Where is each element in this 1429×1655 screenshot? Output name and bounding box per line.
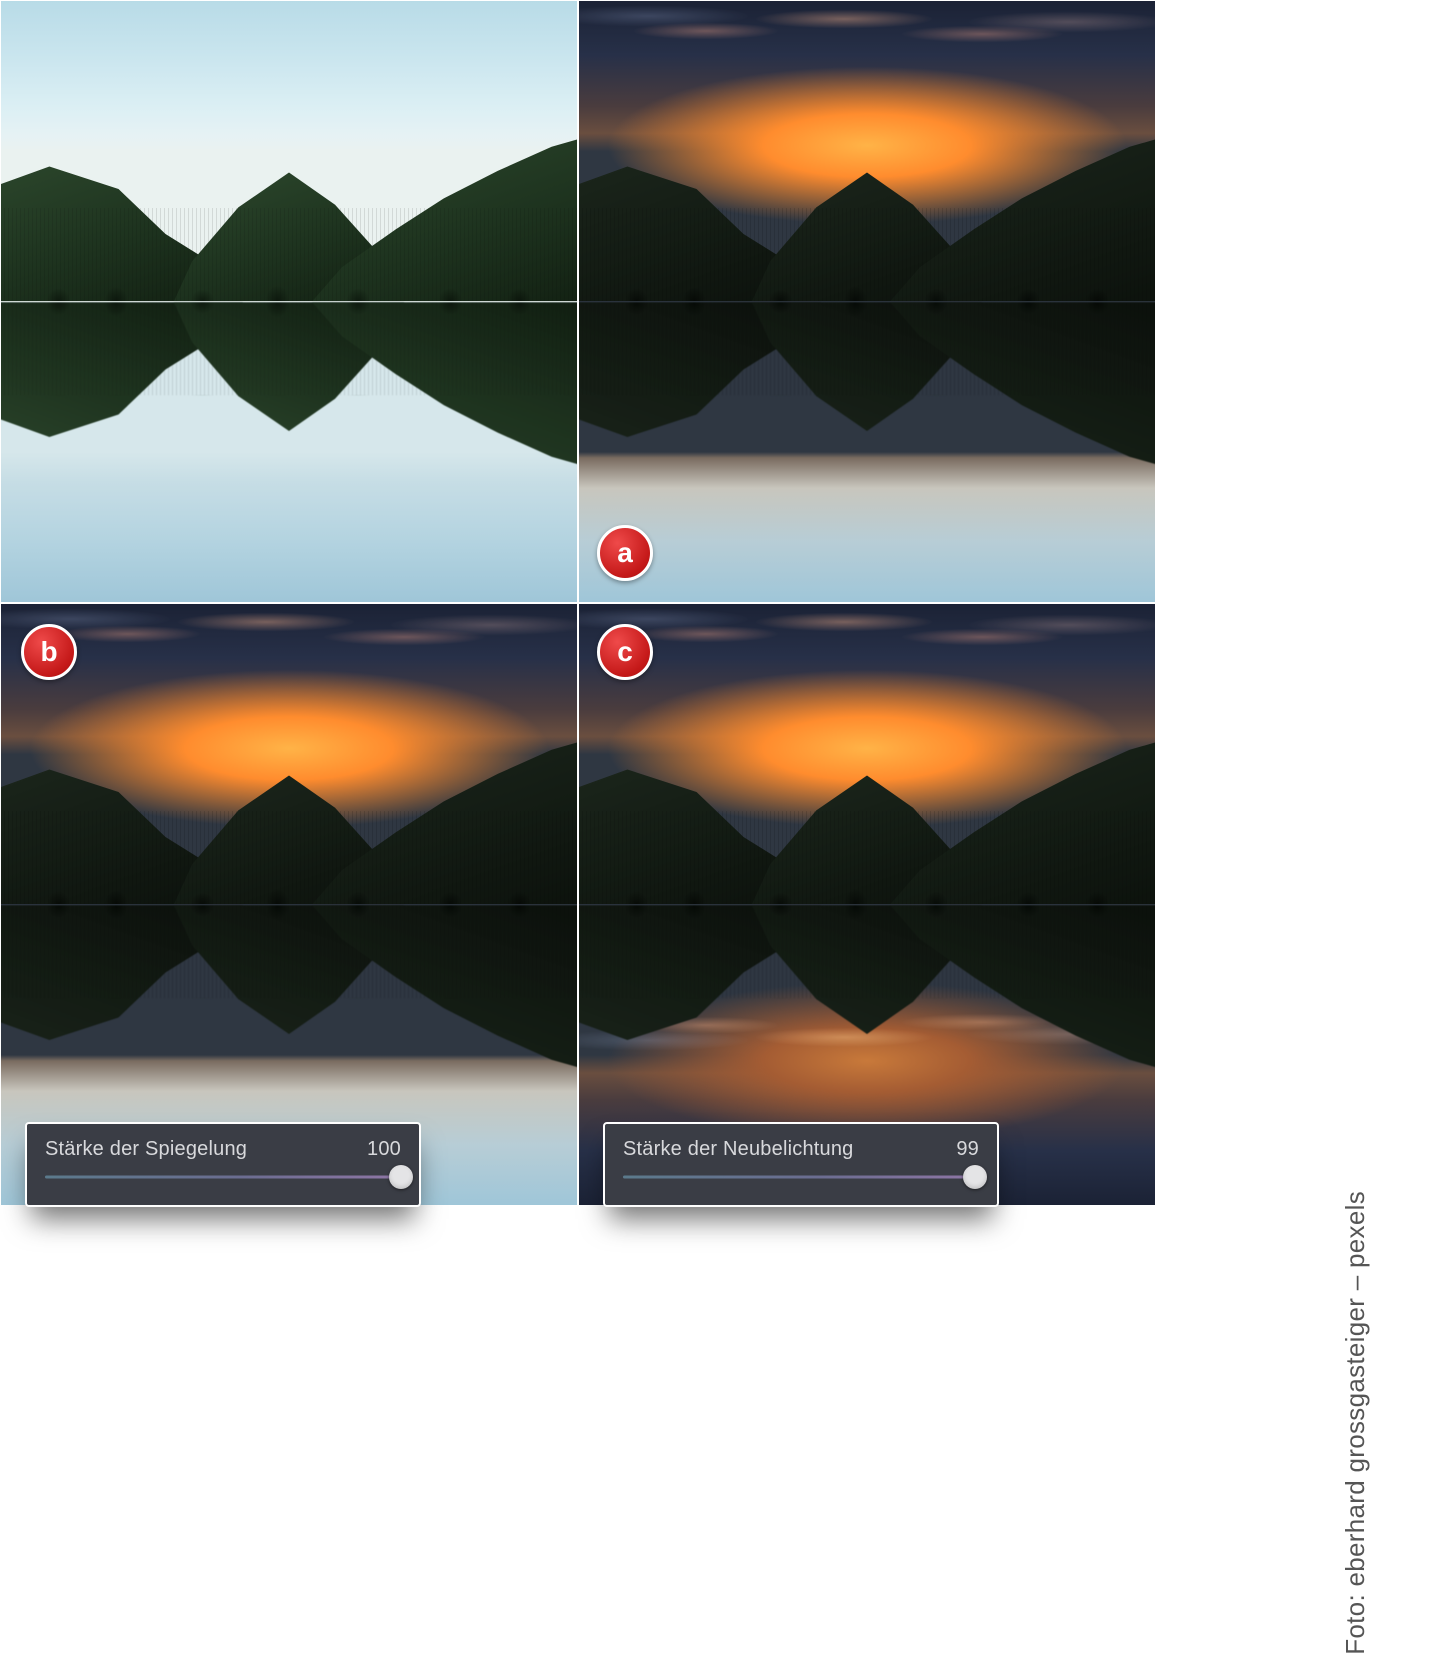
slider-reflection-track[interactable] [45,1169,401,1185]
slider-reflection-thumb[interactable] [389,1165,413,1189]
slider-relight-thumb[interactable] [963,1165,987,1189]
slider-relight-track[interactable] [623,1169,979,1185]
panel-a: a [578,0,1156,603]
image-grid: a b S [0,0,1156,1206]
badge-c: c [597,624,653,680]
panel-b: b Stärke der Spiegelung 100 [0,603,578,1206]
photo-credit: Foto: eberhard grossgasteiger – pexels [1340,1191,1371,1655]
slider-reflection-label: Stärke der Spiegelung [45,1138,247,1161]
panel-original [0,0,578,603]
slider-reflection[interactable]: Stärke der Spiegelung 100 [25,1122,421,1207]
slider-relight[interactable]: Stärke der Neubelichtung 99 [603,1122,999,1207]
panel-c: c Stärke der Neubelichtung 99 [578,603,1156,1206]
slider-relight-label: Stärke der Neubelichtung [623,1138,854,1161]
slider-reflection-value: 100 [367,1138,401,1161]
badge-b: b [21,624,77,680]
figure: a b S [0,0,1429,1231]
slider-relight-value: 99 [956,1138,979,1161]
badge-a: a [597,525,653,581]
